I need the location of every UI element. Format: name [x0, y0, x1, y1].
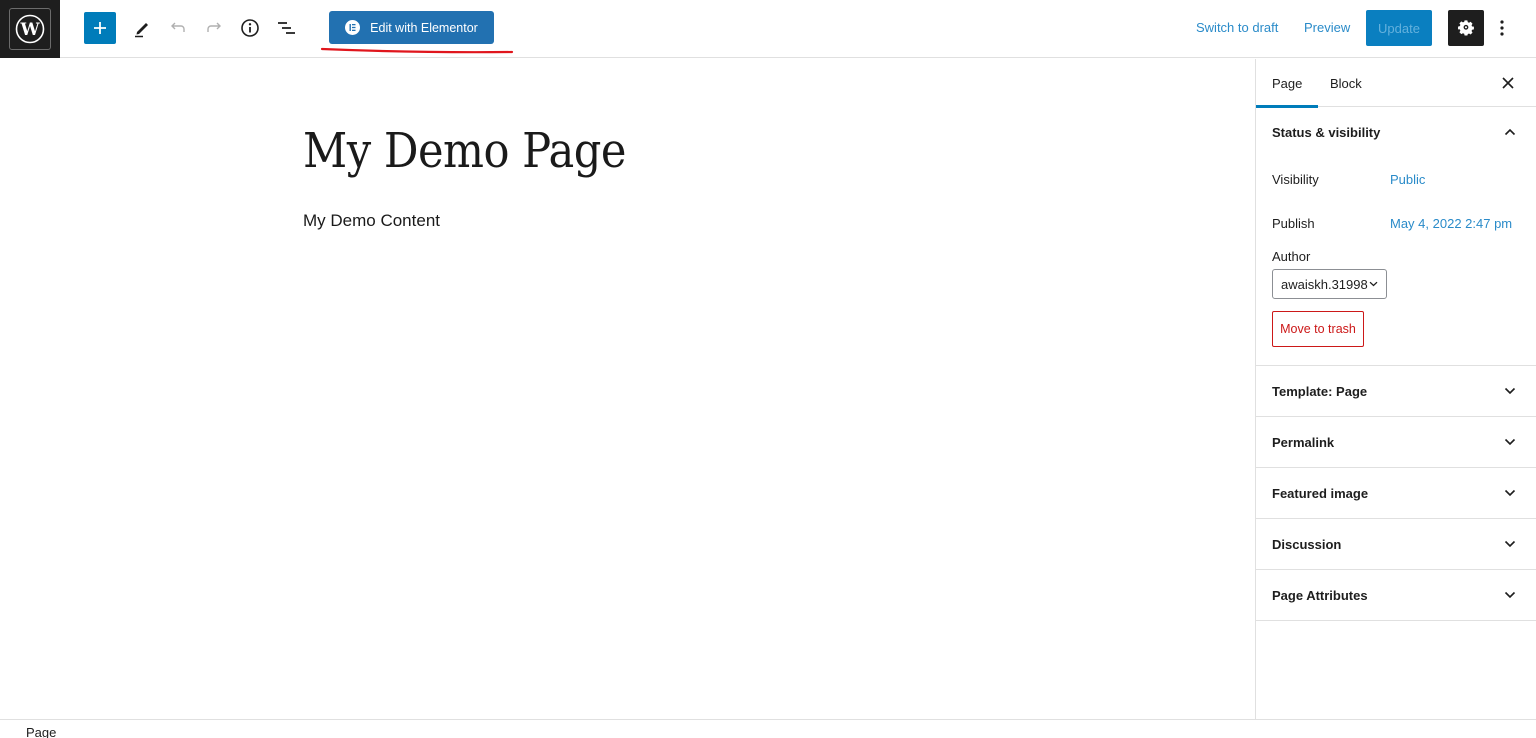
page-attributes-panel-title: Page Attributes — [1272, 587, 1368, 603]
discussion-panel-title: Discussion — [1272, 536, 1342, 552]
visibility-value-button[interactable]: Public — [1390, 172, 1425, 187]
more-options-button[interactable] — [1490, 12, 1514, 44]
tab-page-label: Page — [1272, 75, 1303, 91]
undo-icon — [171, 22, 185, 32]
visibility-label: Visibility — [1272, 172, 1319, 187]
status-visibility-title: Status & visibility — [1272, 124, 1381, 140]
plus-icon — [94, 22, 106, 34]
template-panel-title: Template: Page — [1272, 383, 1368, 399]
template-panel-toggle[interactable]: Template: Page — [1256, 366, 1536, 416]
pencil-icon — [135, 23, 148, 38]
update-button[interactable]: Update — [1366, 10, 1432, 46]
gear-icon — [1458, 20, 1474, 36]
move-to-trash-label: Move to trash — [1280, 322, 1356, 336]
tab-page[interactable]: Page — [1255, 59, 1319, 108]
preview-button[interactable]: Preview — [1304, 20, 1350, 35]
discussion-panel: Discussion — [1256, 519, 1536, 570]
featured-image-panel-toggle[interactable]: Featured image — [1256, 468, 1536, 518]
close-sidebar-button[interactable] — [1498, 73, 1518, 93]
add-block-button[interactable] — [84, 12, 116, 44]
permalink-panel-toggle[interactable]: Permalink — [1256, 417, 1536, 467]
publish-date-button[interactable]: May 4, 2022 2:47 pm — [1390, 216, 1512, 231]
chevron-up-icon — [1504, 128, 1516, 136]
redo-button[interactable] — [198, 12, 230, 44]
chevron-down-icon — [1504, 540, 1516, 548]
svg-text:W: W — [19, 20, 40, 40]
page-attributes-panel: Page Attributes — [1256, 570, 1536, 621]
sidebar-tabs: Page Block — [1255, 59, 1536, 108]
status-visibility-toggle[interactable]: Status & visibility — [1256, 107, 1536, 157]
update-label: Update — [1378, 20, 1420, 36]
chevron-down-icon — [1504, 489, 1516, 497]
wordpress-logo-button[interactable]: W — [0, 0, 60, 58]
page-attributes-panel-toggle[interactable]: Page Attributes — [1256, 570, 1536, 620]
template-panel: Template: Page — [1256, 366, 1536, 417]
settings-sidebar: Page Block Status & visibility Visibilit… — [1255, 59, 1536, 719]
publish-label: Publish — [1272, 216, 1315, 231]
breadcrumb-page[interactable]: Page — [26, 725, 56, 738]
chevron-down-icon — [1504, 387, 1516, 395]
discussion-panel-toggle[interactable]: Discussion — [1256, 519, 1536, 569]
editor-header: W Edit with Elementor Switch to draft Pr… — [0, 0, 1536, 58]
featured-image-panel: Featured image — [1256, 468, 1536, 519]
tab-block-label: Block — [1330, 75, 1362, 91]
edit-with-elementor-label: Edit with Elementor — [370, 20, 478, 35]
author-select-value: awaiskh.31998 — [1281, 276, 1368, 292]
featured-image-panel-title: Featured image — [1272, 485, 1369, 501]
undo-button[interactable] — [162, 12, 194, 44]
edit-with-elementor-button[interactable]: Edit with Elementor — [329, 11, 494, 44]
page-title[interactable]: My Demo Page — [303, 123, 626, 179]
more-vertical-icon — [1500, 20, 1504, 36]
author-label: Author — [1272, 249, 1311, 264]
switch-to-draft-button[interactable]: Switch to draft — [1196, 20, 1278, 35]
info-icon — [241, 19, 259, 37]
editor-canvas: My Demo Page My Demo Content — [0, 59, 1255, 719]
author-select[interactable]: awaiskh.31998 — [1272, 269, 1387, 299]
chevron-down-icon — [1504, 438, 1516, 446]
status-visibility-panel: Status & visibility Visibility Public Pu… — [1256, 107, 1536, 366]
settings-button[interactable] — [1448, 10, 1484, 46]
list-view-button[interactable] — [270, 12, 302, 44]
permalink-panel: Permalink — [1256, 417, 1536, 468]
details-button[interactable] — [234, 12, 266, 44]
list-view-icon — [278, 22, 295, 34]
close-icon — [1502, 77, 1514, 89]
block-breadcrumb-bar: Page — [0, 719, 1536, 738]
paragraph-block[interactable]: My Demo Content — [303, 211, 440, 231]
tools-button[interactable] — [126, 12, 158, 44]
annotation-underline — [320, 47, 514, 54]
move-to-trash-button[interactable]: Move to trash — [1272, 311, 1364, 347]
chevron-down-icon — [1504, 591, 1516, 599]
elementor-icon — [345, 20, 361, 35]
permalink-panel-title: Permalink — [1272, 434, 1335, 450]
status-visibility-body: Visibility Public Publish May 4, 2022 2:… — [1256, 157, 1536, 365]
redo-icon — [207, 22, 221, 32]
tab-block[interactable]: Block — [1330, 59, 1362, 107]
chevron-down-icon — [1369, 281, 1378, 287]
wordpress-logo-icon: W — [9, 8, 51, 50]
